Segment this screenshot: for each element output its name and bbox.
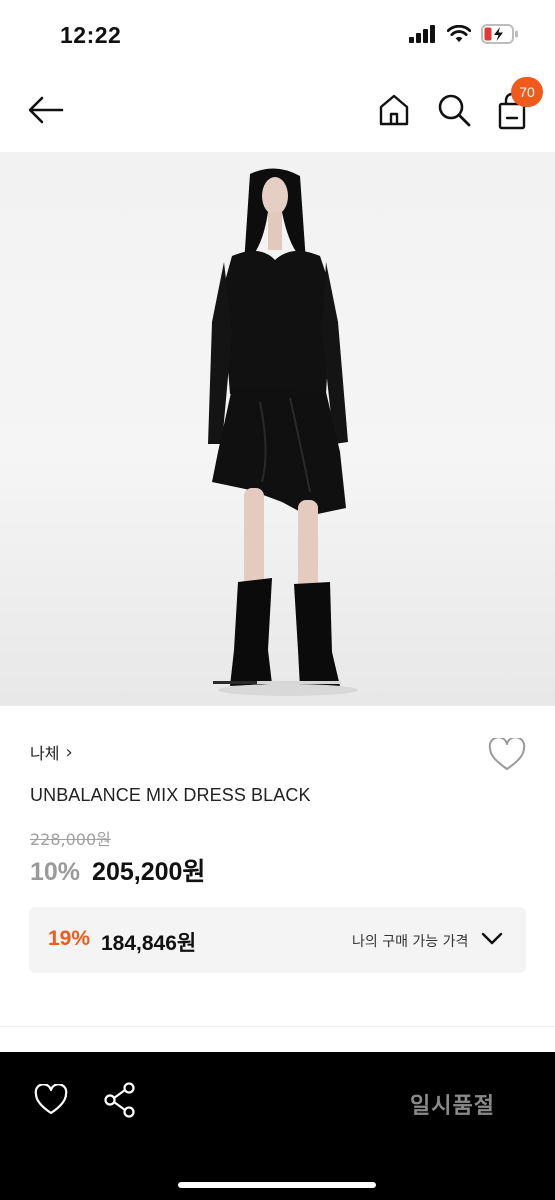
product-photo-model [208, 168, 358, 696]
heart-outline-icon [34, 1083, 68, 1115]
sale-price-row: 10% 205,200원 [30, 852, 205, 888]
cart-count-badge: 70 [511, 77, 543, 107]
status-time: 12:22 [60, 22, 122, 48]
original-price: 228,000원 [30, 830, 111, 849]
home-icon [379, 94, 409, 126]
status-bar: 12:22 [0, 0, 555, 72]
top-nav-bar [0, 72, 555, 152]
bottom-wishlist-button[interactable] [34, 1083, 68, 1116]
signal-icon [409, 25, 435, 43]
home-indicator[interactable] [178, 1182, 376, 1188]
home-button[interactable] [376, 92, 412, 128]
status-icons [409, 24, 519, 44]
discount-percent: 10% [30, 858, 81, 886]
chevron-right-icon: › [65, 741, 73, 763]
battery-charging-icon [481, 24, 518, 44]
sale-price: 205,200원 [92, 858, 206, 886]
product-name: UNBALANCE MIX DRESS BLACK [30, 785, 311, 805]
my-discount-percent: 19% [48, 927, 91, 950]
brand-link[interactable]: 나체 › [30, 740, 73, 764]
image-slide-indicator [213, 681, 257, 684]
my-price-label: 나의 구매 가능 가격 [352, 934, 469, 950]
section-divider [0, 1026, 555, 1027]
wishlist-button[interactable] [488, 736, 526, 772]
my-price: 184,846원 [101, 932, 197, 955]
heart-outline-icon [488, 736, 526, 770]
share-button[interactable] [103, 1082, 137, 1118]
back-button[interactable] [26, 92, 66, 128]
product-image[interactable] [0, 152, 555, 706]
brand-name: 나체 [30, 744, 60, 763]
soldout-button[interactable]: 일시품절 [410, 1088, 495, 1120]
bottom-action-bar: 일시품절 [0, 1052, 555, 1200]
back-arrow-icon [28, 96, 64, 124]
chevron-down-icon [481, 932, 503, 945]
my-purchasable-price-toggle[interactable]: 19% 184,846원 나의 구매 가능 가격 [29, 907, 526, 973]
share-icon [104, 1082, 135, 1118]
search-button[interactable] [436, 92, 472, 128]
search-icon [438, 94, 471, 127]
wifi-icon [447, 25, 471, 42]
